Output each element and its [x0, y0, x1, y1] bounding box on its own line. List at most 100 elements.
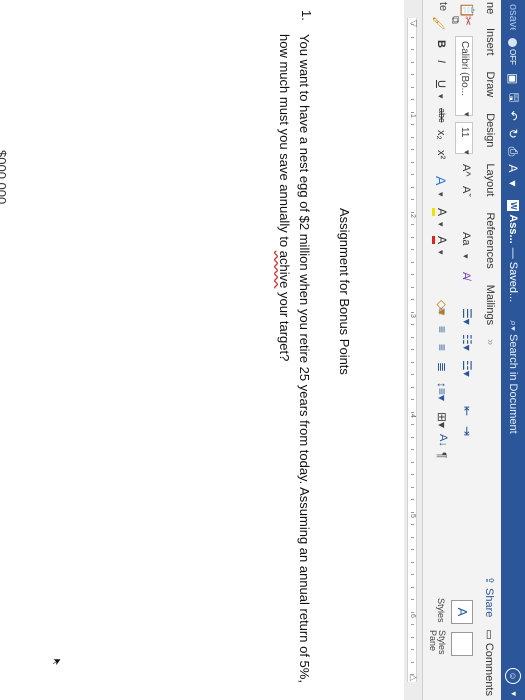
ruler-tick: [411, 399, 414, 400]
subscript-button[interactable]: x₂: [435, 130, 447, 140]
document-page[interactable]: Assignment for Bonus Points 1. You want …: [0, 0, 404, 700]
home-icon[interactable]: ▣: [506, 73, 520, 84]
ruler-tick: [411, 411, 414, 413]
ruler-tick: [411, 499, 414, 500]
tab-references[interactable]: References: [484, 204, 496, 276]
ruler-tick: [411, 424, 414, 425]
multilevel-list-icon[interactable]: ☲▾: [460, 360, 474, 377]
align-center-icon[interactable]: ≡: [435, 326, 449, 333]
share-button[interactable]: ⇪ Share: [484, 576, 497, 618]
undo-icon[interactable]: ↶: [506, 111, 520, 121]
ruler-tick: [411, 74, 414, 75]
document-name: WAss...: [506, 200, 520, 244]
shrink-font-button[interactable]: Aˇ: [460, 186, 472, 197]
justify-icon[interactable]: ≣: [435, 362, 449, 372]
styles-pane-button[interactable]: [448, 632, 473, 656]
bullets-icon[interactable]: ☰▾: [460, 308, 474, 325]
numbering-icon[interactable]: ☷▾: [460, 334, 474, 351]
ruler-tick: [411, 536, 414, 538]
change-case-chevron-icon[interactable]: ▾: [460, 254, 471, 259]
saved-status: — Saved...: [507, 247, 519, 303]
customize-toolbar-icon[interactable]: ▾: [506, 180, 520, 186]
document-heading: Assignment for Bonus Points: [337, 208, 352, 375]
ruler-tick: [411, 61, 414, 63]
tab-layout[interactable]: Layout: [484, 155, 496, 204]
highlight-chevron-icon[interactable]: ▾: [435, 222, 446, 227]
comments-button[interactable]: ▭ Comments: [484, 629, 497, 696]
tab-mailings[interactable]: Mailings: [484, 277, 496, 333]
ruler-tick: [411, 511, 414, 513]
format-painter-icon[interactable]: 🖌: [432, 16, 445, 30]
tab-home[interactable]: ne: [484, 0, 496, 20]
ruler-tick: [411, 624, 414, 625]
italic-button[interactable]: I: [435, 60, 447, 63]
text-effects-button[interactable]: A: [433, 176, 449, 185]
sort-icon[interactable]: A↓: [437, 434, 449, 447]
ruler-tick: [411, 86, 414, 88]
copy-icon[interactable]: ⧉: [448, 16, 461, 24]
align-right-icon[interactable]: ≡: [435, 344, 449, 351]
styles-pane-icon: [451, 632, 473, 656]
show-formatting-icon[interactable]: ¶: [435, 452, 449, 458]
search-document[interactable]: ⌕▾ Search in Document: [507, 320, 520, 434]
styles-label: Styles: [436, 598, 446, 623]
autosave-label: osave: [507, 4, 519, 30]
decrease-indent-icon[interactable]: ⇤: [460, 406, 474, 416]
mouse-pointer-icon: [52, 658, 62, 667]
font-color-icon[interactable]: A: [506, 164, 520, 172]
bold-button[interactable]: B: [435, 40, 447, 48]
ruler-tick: [411, 474, 414, 475]
cut-icon[interactable]: ✂: [461, 16, 475, 26]
borders-icon[interactable]: ⊞▾: [435, 412, 449, 428]
word-window: osave OFF ▣ 🖫 ↶ ↻ ⎙ A ▾ WAss... — Saved.…: [0, 0, 525, 700]
ruler-tick: [411, 449, 414, 450]
search-icon: ⌕▾: [507, 320, 520, 334]
ruler-tick: [411, 224, 414, 225]
save-icon[interactable]: 🖫: [503, 92, 524, 102]
word-doc-icon: W: [506, 200, 519, 212]
tab-insert[interactable]: Insert: [484, 20, 496, 64]
ruler-tick: [411, 274, 414, 275]
highlight-button[interactable]: A: [432, 208, 449, 217]
increase-indent-icon[interactable]: ⇥: [460, 426, 474, 436]
more-tabs-icon[interactable]: »: [484, 333, 496, 351]
ruler-tick: [411, 136, 414, 138]
text-effects-chevron-icon[interactable]: ▾: [435, 192, 446, 197]
tab-draw[interactable]: Draw: [484, 64, 496, 106]
print-icon[interactable]: ⎙: [506, 147, 521, 157]
ruler-tick: [411, 586, 414, 588]
autosave-toggle[interactable]: OFF: [508, 38, 518, 65]
ruler-tick: [411, 461, 414, 463]
ruler-number: 2: [409, 214, 416, 218]
strikethrough-button[interactable]: abc: [437, 108, 447, 123]
question-number: 1.: [299, 10, 314, 21]
chevron-down-icon[interactable]: ▾: [508, 691, 519, 696]
ruler-number: 1: [409, 114, 416, 118]
horizontal-ruler[interactable]: 1 2 3 4 5 6 ▽ △: [404, 0, 422, 700]
feedback-smiley-icon[interactable]: ☺: [505, 668, 521, 684]
font-name-chevron-icon[interactable]: ▾: [461, 112, 472, 117]
font-color-chevron-icon[interactable]: ▾: [435, 250, 446, 255]
font-name-combo[interactable]: Calibri (Bo...: [455, 36, 473, 116]
ruler-tick: [411, 374, 414, 375]
underline-button[interactable]: U: [435, 80, 447, 88]
tab-design[interactable]: Design: [484, 105, 496, 155]
clear-formatting-icon[interactable]: A̸: [460, 272, 472, 279]
line-spacing-icon[interactable]: ↕≡▾: [435, 382, 449, 401]
change-case-button[interactable]: Aa: [460, 232, 472, 245]
ruler-tick: [411, 611, 414, 613]
font-color-button[interactable]: A: [432, 236, 449, 245]
superscript-button[interactable]: x²: [435, 150, 447, 159]
redo-icon[interactable]: ↻: [506, 129, 520, 139]
font-size-chevron-icon[interactable]: ▾: [461, 150, 472, 155]
right-indent-marker-icon[interactable]: △: [408, 674, 419, 681]
paste-label[interactable]: te: [437, 2, 449, 11]
grow-font-button[interactable]: A^: [460, 164, 472, 177]
ruler-tick: [411, 286, 414, 288]
shading-icon[interactable]: ◇▾: [435, 300, 449, 315]
underline-chevron-icon[interactable]: ▾: [435, 94, 446, 99]
ruler-tick: [411, 561, 414, 563]
ruler-tick: [411, 636, 414, 638]
ruler-tick: [411, 99, 414, 100]
styles-gallery[interactable]: A: [451, 600, 473, 624]
